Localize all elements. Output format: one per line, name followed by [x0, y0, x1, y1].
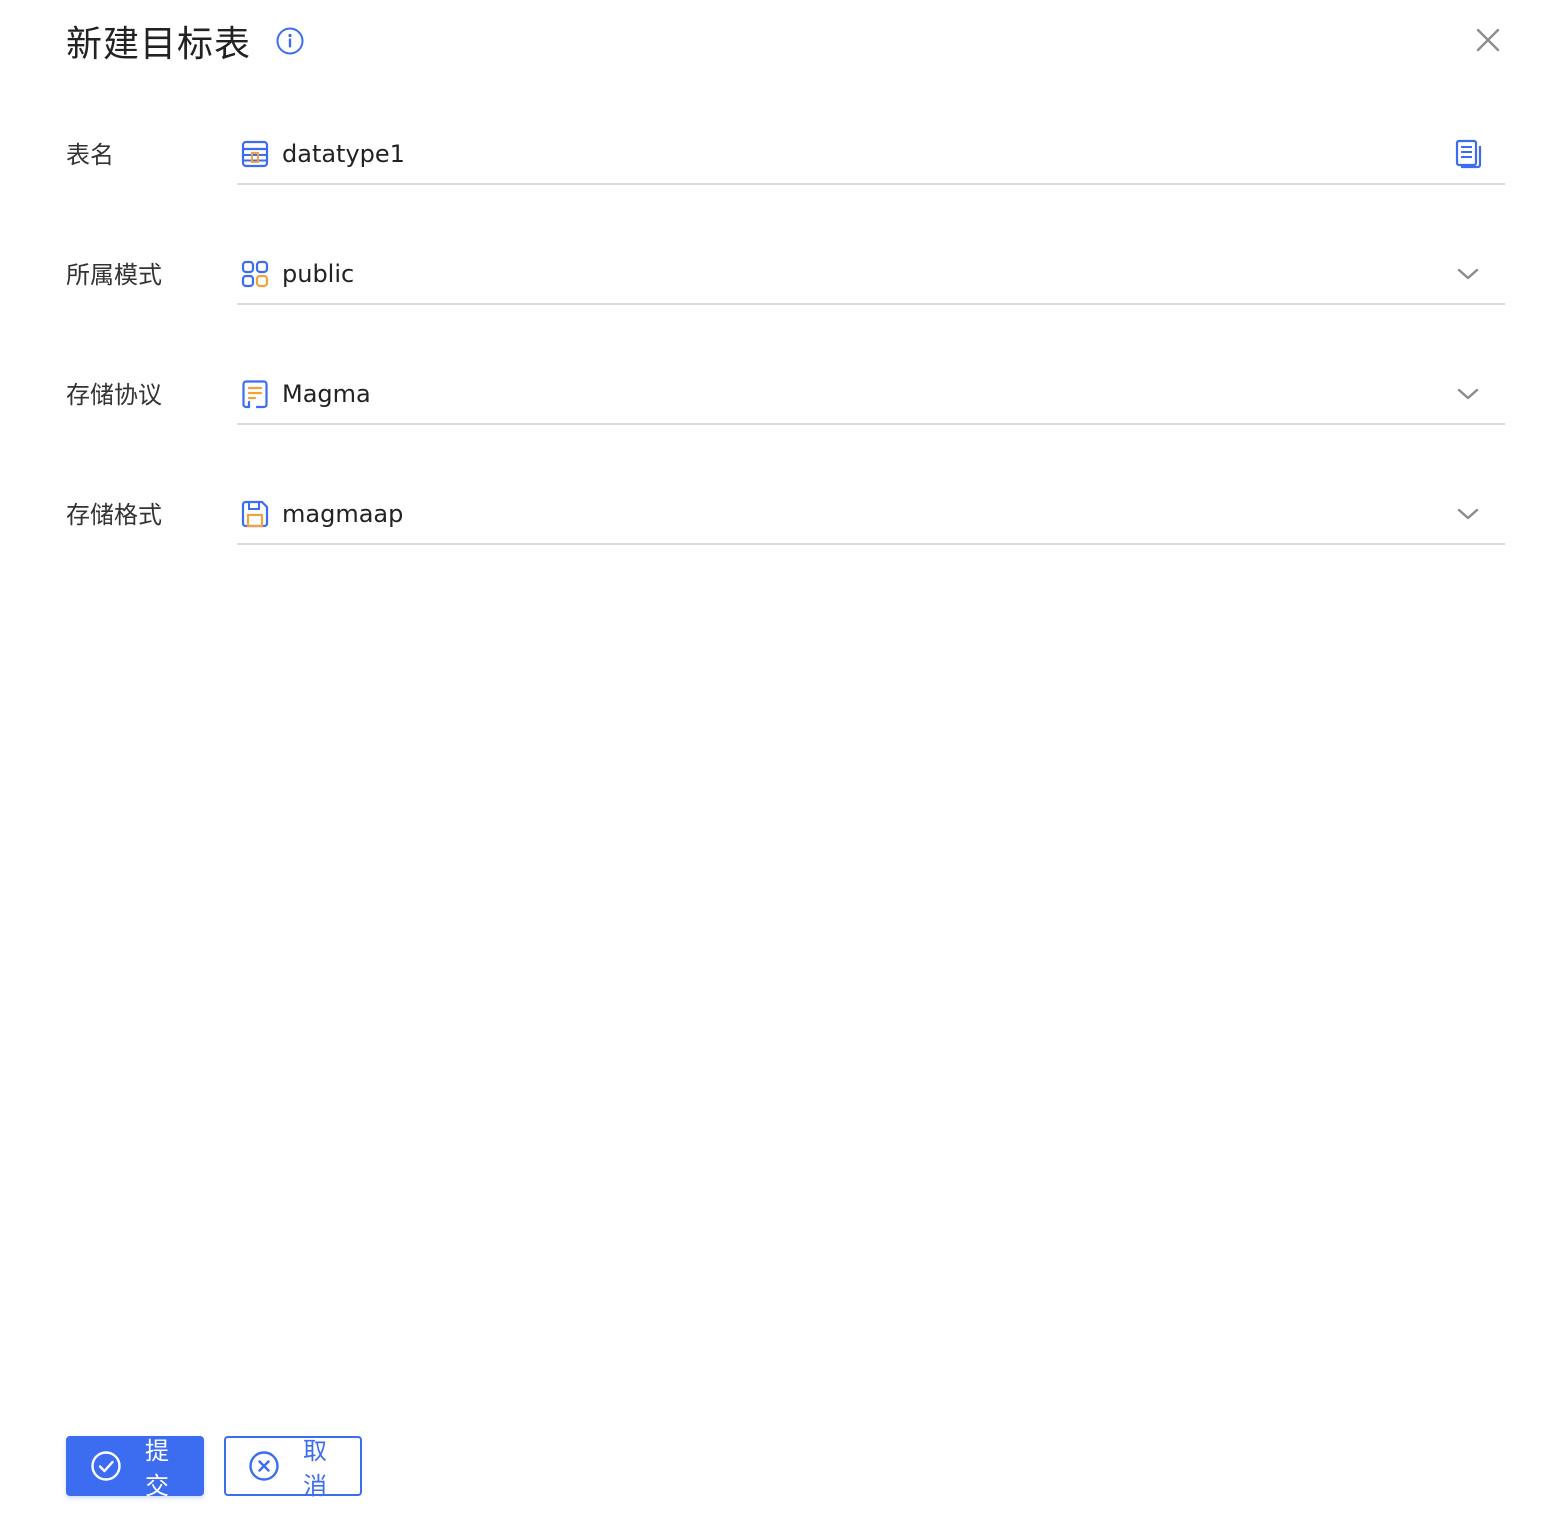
submit-button-label: 提交: [145, 1437, 169, 1500]
dialog-footer: 提交 取消: [66, 1436, 362, 1500]
table-name-input[interactable]: [282, 140, 1453, 168]
schema-select[interactable]: public: [237, 245, 1505, 305]
submit-button[interactable]: 提交: [66, 1436, 204, 1500]
dialog-title: 新建目标表: [66, 24, 252, 65]
schema-label: 所属模式: [66, 261, 162, 289]
table-name-label: 表名: [66, 141, 114, 169]
dialog-header: 新建目标表: [66, 14, 305, 68]
cancel-button[interactable]: 取消: [224, 1436, 362, 1500]
storage-format-selected-value: magmaap: [282, 500, 404, 528]
storage-protocol-selected-value: Magma: [282, 380, 371, 408]
form-row-table-name: 表名: [0, 125, 1558, 245]
new-target-table-dialog: 新建目标表 表名 datatype1 所属模式 public 存储协议 Magm…: [0, 0, 1558, 1518]
table-name-field[interactable]: [237, 125, 1505, 185]
storage-protocol-label: 存储协议: [66, 381, 162, 409]
close-circle-icon: [248, 1450, 280, 1482]
storage-format-label: 存储格式: [66, 501, 162, 529]
close-button[interactable]: [1474, 26, 1502, 54]
check-circle-icon: [90, 1450, 122, 1482]
form-row-storage-protocol: 存储协议 Magma: [0, 365, 1558, 485]
info-circle-icon[interactable]: [275, 26, 305, 56]
form-row-schema: 所属模式 public: [0, 245, 1558, 365]
document-list-icon: [240, 379, 270, 409]
cancel-button-label: 取消: [303, 1437, 327, 1500]
close-icon: [1476, 28, 1500, 52]
copy-document-icon[interactable]: [1453, 139, 1483, 169]
chevron-down-icon[interactable]: [1453, 499, 1483, 529]
save-disk-icon: [240, 499, 270, 529]
schema-selected-value: public: [282, 260, 355, 288]
form-row-storage-format: 存储格式 magmaap: [0, 485, 1558, 605]
storage-protocol-select[interactable]: Magma: [237, 365, 1505, 425]
chevron-down-icon[interactable]: [1453, 259, 1483, 289]
table-icon: [240, 139, 270, 169]
grid-apps-icon: [240, 259, 270, 289]
storage-format-select[interactable]: magmaap: [237, 485, 1505, 545]
chevron-down-icon[interactable]: [1453, 379, 1483, 409]
